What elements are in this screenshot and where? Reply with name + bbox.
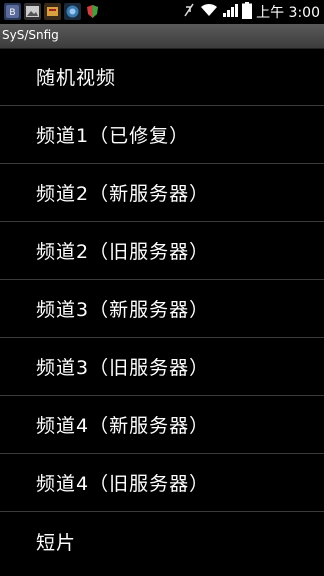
status-time: 上午 3:00 — [256, 5, 320, 21]
app-title: SyS/Snfig — [2, 28, 59, 42]
list-item-label: 频道3（新服务器） — [36, 299, 210, 321]
list-item-channel-3-new[interactable]: 频道3（新服务器） — [0, 280, 324, 338]
image-icon — [24, 3, 41, 20]
list-item-channel-1-fixed[interactable]: 频道1（已修复） — [0, 106, 324, 164]
status-bar: B 上午 3:00 — [0, 0, 324, 24]
list-item-random-video[interactable]: 随机视频 — [0, 48, 324, 106]
list-item-label: 随机视频 — [36, 67, 117, 89]
app-icon-1: B — [4, 3, 21, 20]
list-item-label: 频道2（旧服务器） — [36, 241, 210, 263]
status-icons-right: 上午 3:00 — [182, 1, 320, 23]
list-item-channel-2-new[interactable]: 频道2（新服务器） — [0, 164, 324, 222]
app-icon-4 — [64, 3, 81, 20]
list-item-channel-4-old[interactable]: 频道4（旧服务器） — [0, 454, 324, 512]
list-item-label: 频道2（新服务器） — [36, 183, 210, 205]
battery-icon — [242, 1, 253, 23]
signal-icon — [222, 2, 239, 22]
svg-text:B: B — [9, 8, 15, 18]
list-item-channel-2-old[interactable]: 频道2（旧服务器） — [0, 222, 324, 280]
list-item-label: 频道4（旧服务器） — [36, 473, 210, 495]
list-item-channel-4-new[interactable]: 频道4（新服务器） — [0, 396, 324, 454]
list-item-label: 频道1（已修复） — [36, 125, 190, 147]
list-item-label: 短片 — [36, 531, 77, 554]
list-item-label: 频道4（新服务器） — [36, 415, 210, 437]
mute-icon — [182, 2, 196, 22]
channel-list: 随机视频 频道1（已修复） 频道2（新服务器） 频道2（旧服务器） 频道3（新服… — [0, 48, 324, 570]
list-item-short-film[interactable]: 短片 — [0, 512, 324, 570]
app-icon-3 — [44, 3, 61, 20]
list-item-label: 频道3（旧服务器） — [36, 357, 210, 379]
title-bar: SyS/Snfig — [0, 24, 324, 49]
shield-icon — [84, 3, 101, 20]
notification-icons: B — [4, 3, 101, 20]
list-item-channel-3-old[interactable]: 频道3（旧服务器） — [0, 338, 324, 396]
wifi-icon — [200, 2, 218, 22]
